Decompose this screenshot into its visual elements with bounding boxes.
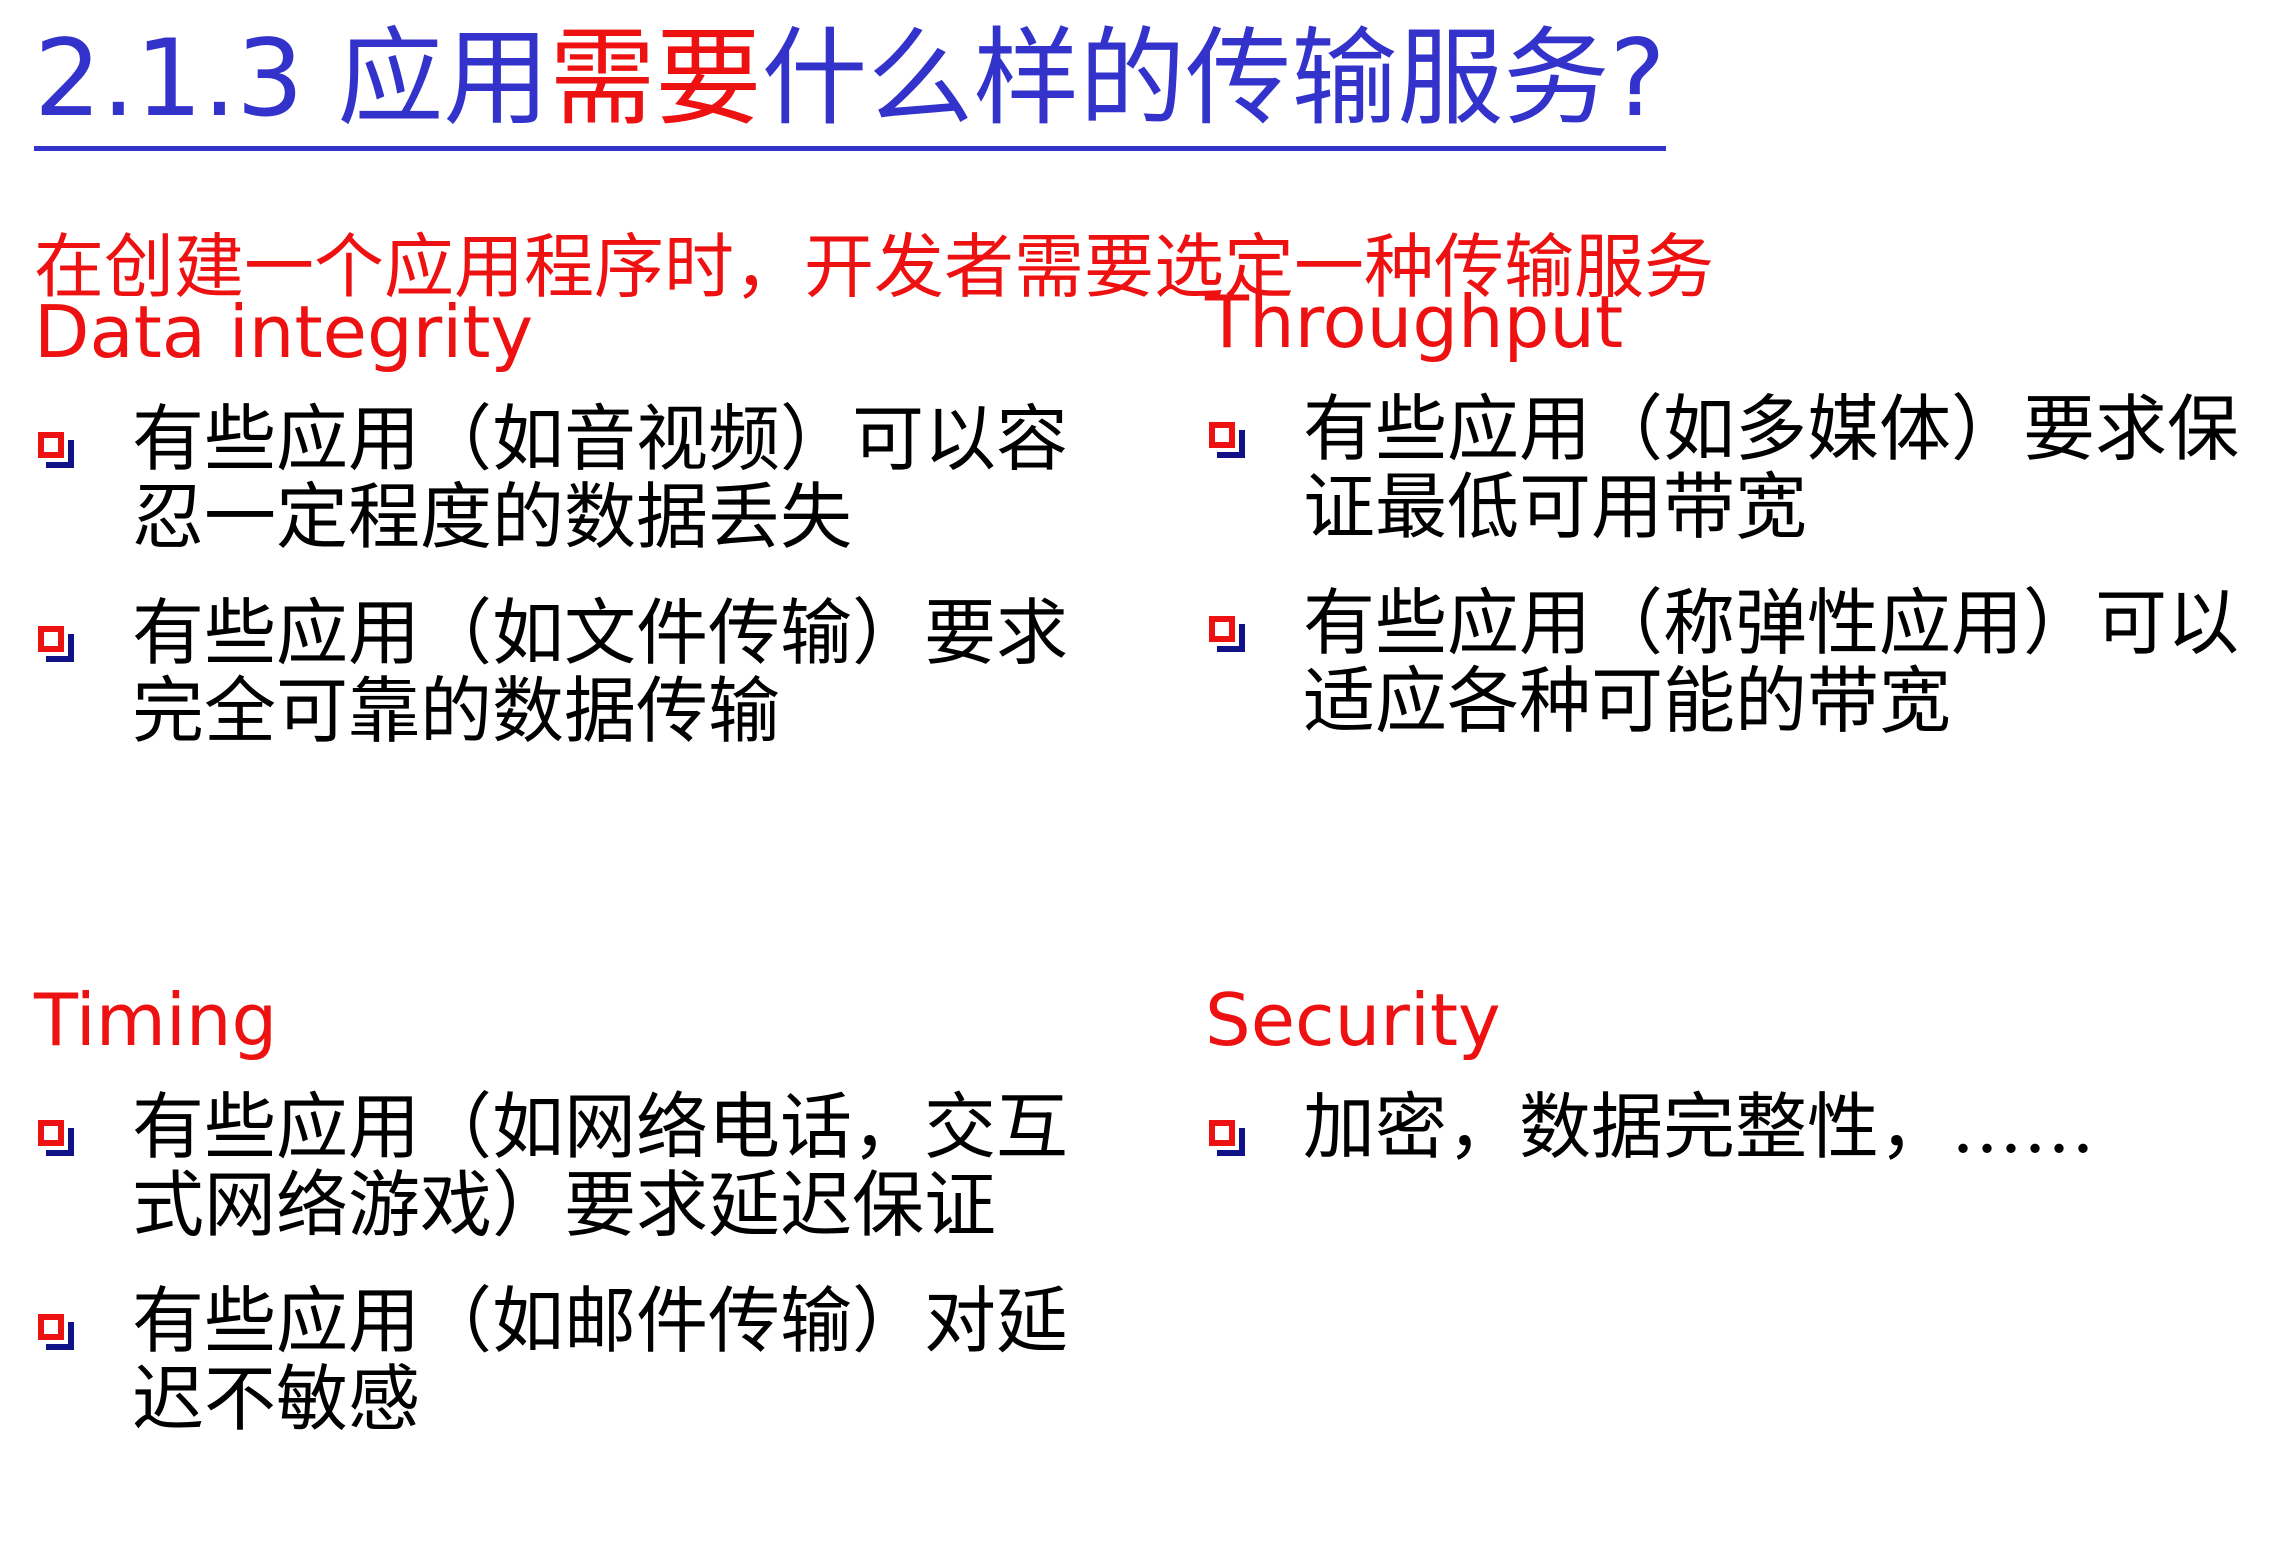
section-heading-security: Security <box>1205 978 1501 1062</box>
square-bullet-icon <box>38 432 74 468</box>
list-item: 有些应用（如文件传输）要求完全可靠的数据传输 <box>34 594 1094 750</box>
bullet-text: 有些应用（如多媒体）要求保证最低可用带宽 <box>1303 387 2240 549</box>
square-bullet-icon <box>1209 422 1245 458</box>
list-item: 有些应用（称弹性应用）可以适应各种可能的带宽 <box>1205 584 2245 740</box>
bullet-text: 有些应用（如文件传输）要求完全可靠的数据传输 <box>132 591 1069 753</box>
list-item: 有些应用（如网络电话，交互式网络游戏）要求延迟保证 <box>34 1088 1094 1244</box>
title-prefix: 2.1.3 应用 <box>34 17 550 140</box>
bullet-text: 有些应用（如邮件传输）对延迟不敏感 <box>132 1279 1069 1441</box>
bullet-text: 有些应用（称弹性应用）可以适应各种可能的带宽 <box>1303 581 2240 743</box>
bullet-list-security: 加密，数据完整性，…… <box>1205 1088 2245 1166</box>
bullet-text: 有些应用（如音视频）可以容忍一定程度的数据丢失 <box>132 397 1069 559</box>
square-bullet-icon <box>1209 616 1245 652</box>
bullet-list-data-integrity: 有些应用（如音视频）可以容忍一定程度的数据丢失 有些应用（如文件传输）要求完全可… <box>34 400 1094 750</box>
section-data-integrity: Data integrity 有些应用（如音视频）可以容忍一定程度的数据丢失 有… <box>34 292 1094 788</box>
bullet-text: 有些应用（如网络电话，交互式网络游戏）要求延迟保证 <box>132 1085 1069 1247</box>
list-item: 加密，数据完整性，…… <box>1205 1088 2245 1166</box>
section-heading-throughput: Throughput <box>1205 280 1624 364</box>
section-timing: Timing 有些应用（如网络电话，交互式网络游戏）要求延迟保证 有些应用（如邮… <box>34 980 1094 1476</box>
list-item: 有些应用（如多媒体）要求保证最低可用带宽 <box>1205 390 2245 546</box>
square-bullet-icon <box>38 1120 74 1156</box>
title-suffix: 什么样的传输服务? <box>761 17 1666 140</box>
square-bullet-icon <box>1209 1120 1245 1156</box>
section-heading-timing: Timing <box>34 978 278 1062</box>
title-highlight: 需要 <box>549 17 762 140</box>
bullet-list-timing: 有些应用（如网络电话，交互式网络游戏）要求延迟保证 有些应用（如邮件传输）对延迟… <box>34 1088 1094 1438</box>
slide-title: 2.1.3 应用需要什么样的传输服务? <box>34 14 1666 151</box>
bullet-text: 加密，数据完整性，…… <box>1303 1085 2096 1169</box>
section-heading-data-integrity: Data integrity <box>34 290 534 374</box>
square-bullet-icon <box>38 1314 74 1350</box>
bullet-list-throughput: 有些应用（如多媒体）要求保证最低可用带宽 有些应用（称弹性应用）可以适应各种可能… <box>1205 390 2245 740</box>
square-bullet-icon <box>38 626 74 662</box>
section-throughput: Throughput 有些应用（如多媒体）要求保证最低可用带宽 有些应用（称弹性… <box>1205 282 2245 778</box>
list-item: 有些应用（如邮件传输）对延迟不敏感 <box>34 1282 1094 1438</box>
list-item: 有些应用（如音视频）可以容忍一定程度的数据丢失 <box>34 400 1094 556</box>
section-security: Security 加密，数据完整性，…… <box>1205 980 2245 1204</box>
